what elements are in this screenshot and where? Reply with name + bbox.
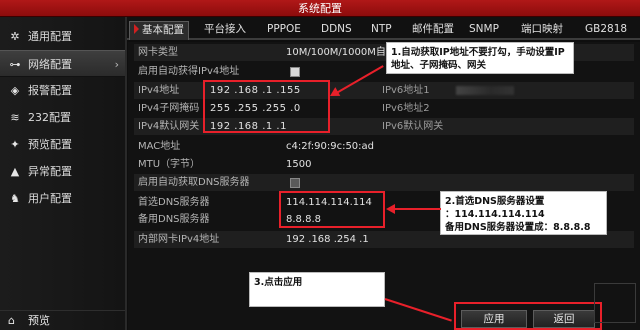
auto-dns-checkbox[interactable] bbox=[290, 178, 300, 188]
preview-icon: ✦ bbox=[10, 138, 20, 151]
tab-pppoe[interactable]: PPPOE bbox=[267, 21, 301, 40]
user-icon: ♞ bbox=[10, 192, 20, 205]
chevron-right-icon: › bbox=[114, 58, 119, 71]
ipv4-mask-label: IPv4子网掩码 bbox=[138, 103, 200, 114]
tab-gb28181[interactable]: GB2818 bbox=[585, 21, 627, 40]
sidebar-item-label: 异常配置 bbox=[28, 165, 72, 178]
alternate-dns-label: 备用DNS服务器 bbox=[138, 214, 210, 225]
callout-dns-settings: 2.首选DNS服务器设置 ：114.114.114.114 备用DNS服务器设置… bbox=[440, 191, 607, 235]
tab-ntp[interactable]: NTP bbox=[371, 21, 392, 40]
gear-icon: ✲ bbox=[10, 30, 20, 43]
sidebar-item-preview[interactable]: ✦ 预览配置 bbox=[0, 131, 125, 158]
mac-label: MAC地址 bbox=[138, 141, 181, 152]
ipv6-address1-label: IPv6地址1 bbox=[382, 85, 430, 96]
sidebar-item-label: 预览配置 bbox=[28, 138, 72, 151]
apply-button[interactable]: 应用 bbox=[461, 310, 527, 328]
active-marker-icon bbox=[134, 24, 139, 34]
sidebar-item-232[interactable]: ≋ 232配置 bbox=[0, 104, 125, 131]
sidebar-item-general[interactable]: ✲ 通用配置 bbox=[0, 23, 125, 50]
back-button[interactable]: 返回 bbox=[533, 310, 595, 328]
mtu-field[interactable]: 1500 bbox=[286, 156, 311, 173]
ipv4-gateway-label: IPv4默认网关 bbox=[138, 121, 200, 132]
home-icon: ⌂ bbox=[8, 314, 15, 327]
tab-port-mapping[interactable]: 端口映射 bbox=[521, 21, 563, 40]
sidebar-item-user[interactable]: ♞ 用户配置 bbox=[0, 185, 125, 212]
sidebar: ✲ 通用配置 ⊶ 网络配置 › ◈ 报警配置 ≋ 232配置 ✦ 预览配置 ▲ 异常配置 ♞… bbox=[0, 17, 127, 330]
auto-dns-label: 启用自动获取DNS服务器 bbox=[138, 177, 250, 188]
callout-apply: 3.点击应用 bbox=[249, 272, 385, 307]
callout-ip-settings: 1.自动获取IP地址不要打勾，手动设置IP 地址、子网掩码、网关 bbox=[386, 42, 574, 74]
dns-settings-highlight bbox=[279, 191, 385, 228]
sidebar-item-label: 232配置 bbox=[28, 111, 71, 124]
arrowhead-2 bbox=[386, 204, 395, 214]
preferred-dns-label: 首选DNS服务器 bbox=[138, 197, 210, 208]
alarm-icon: ◈ bbox=[10, 84, 20, 97]
nic-type-select[interactable]: 10M/100M/1000M自 bbox=[286, 44, 386, 61]
dhcp-checkbox[interactable] bbox=[290, 67, 300, 77]
sidebar-item-network[interactable]: ⊶ 网络配置 › bbox=[0, 50, 125, 77]
rs232-icon: ≋ bbox=[10, 111, 20, 124]
lan-ipv4-field[interactable]: 192 .168 .254 .1 bbox=[286, 231, 369, 248]
network-icon: ⊶ bbox=[9, 58, 21, 71]
tab-email[interactable]: 邮件配置 bbox=[412, 21, 454, 40]
warning-icon: ▲ bbox=[10, 165, 20, 178]
window-title: 系统配置 bbox=[0, 0, 640, 17]
lan-ipv4-label: 内部网卡IPv4地址 bbox=[138, 234, 220, 245]
tab-snmp[interactable]: SNMP bbox=[469, 21, 499, 40]
tab-ddns[interactable]: DDNS bbox=[321, 21, 352, 40]
tab-basic[interactable]: 基本配置 bbox=[129, 21, 189, 40]
ipv6-address2-label: IPv6地址2 bbox=[382, 103, 430, 114]
tab-bar: 基本配置 平台接入 PPPOE DDNS NTP 邮件配置 SNMP 端口映射 … bbox=[127, 17, 640, 40]
annotation-arrow-2 bbox=[389, 208, 441, 210]
dhcp-label: 启用自动获得IPv4地址 bbox=[138, 66, 240, 77]
sidebar-item-label: 报警配置 bbox=[28, 84, 72, 97]
auto-dns-row: 启用自动获取DNS服务器 bbox=[134, 174, 634, 191]
mtu-label: MTU（字节） bbox=[138, 159, 201, 170]
ip-settings-highlight bbox=[203, 80, 330, 133]
sidebar-preview-label: 预览 bbox=[28, 314, 50, 327]
sidebar-item-exception[interactable]: ▲ 异常配置 bbox=[0, 158, 125, 185]
ipv6-gateway-label: IPv6默认网关 bbox=[382, 121, 444, 132]
nic-type-label: 网卡类型 bbox=[138, 47, 178, 58]
watermark-logo bbox=[594, 283, 636, 323]
mac-row: MAC地址 c4:2f:90:9c:50:ad bbox=[134, 138, 634, 155]
mtu-row: MTU（字节） 1500 bbox=[134, 156, 634, 173]
ipv6-address1-value bbox=[456, 86, 514, 95]
sidebar-item-label: 网络配置 bbox=[28, 58, 72, 71]
sidebar-item-label: 通用配置 bbox=[28, 30, 72, 43]
sidebar-preview-button[interactable]: ⌂ 预览 bbox=[0, 310, 125, 330]
mac-value: c4:2f:90:9c:50:ad bbox=[286, 141, 375, 152]
sidebar-item-alarm[interactable]: ◈ 报警配置 bbox=[0, 77, 125, 104]
ipv4-address-label: IPv4地址 bbox=[138, 85, 180, 96]
tab-platform[interactable]: 平台接入 bbox=[204, 21, 246, 40]
sidebar-item-label: 用户配置 bbox=[28, 192, 72, 205]
